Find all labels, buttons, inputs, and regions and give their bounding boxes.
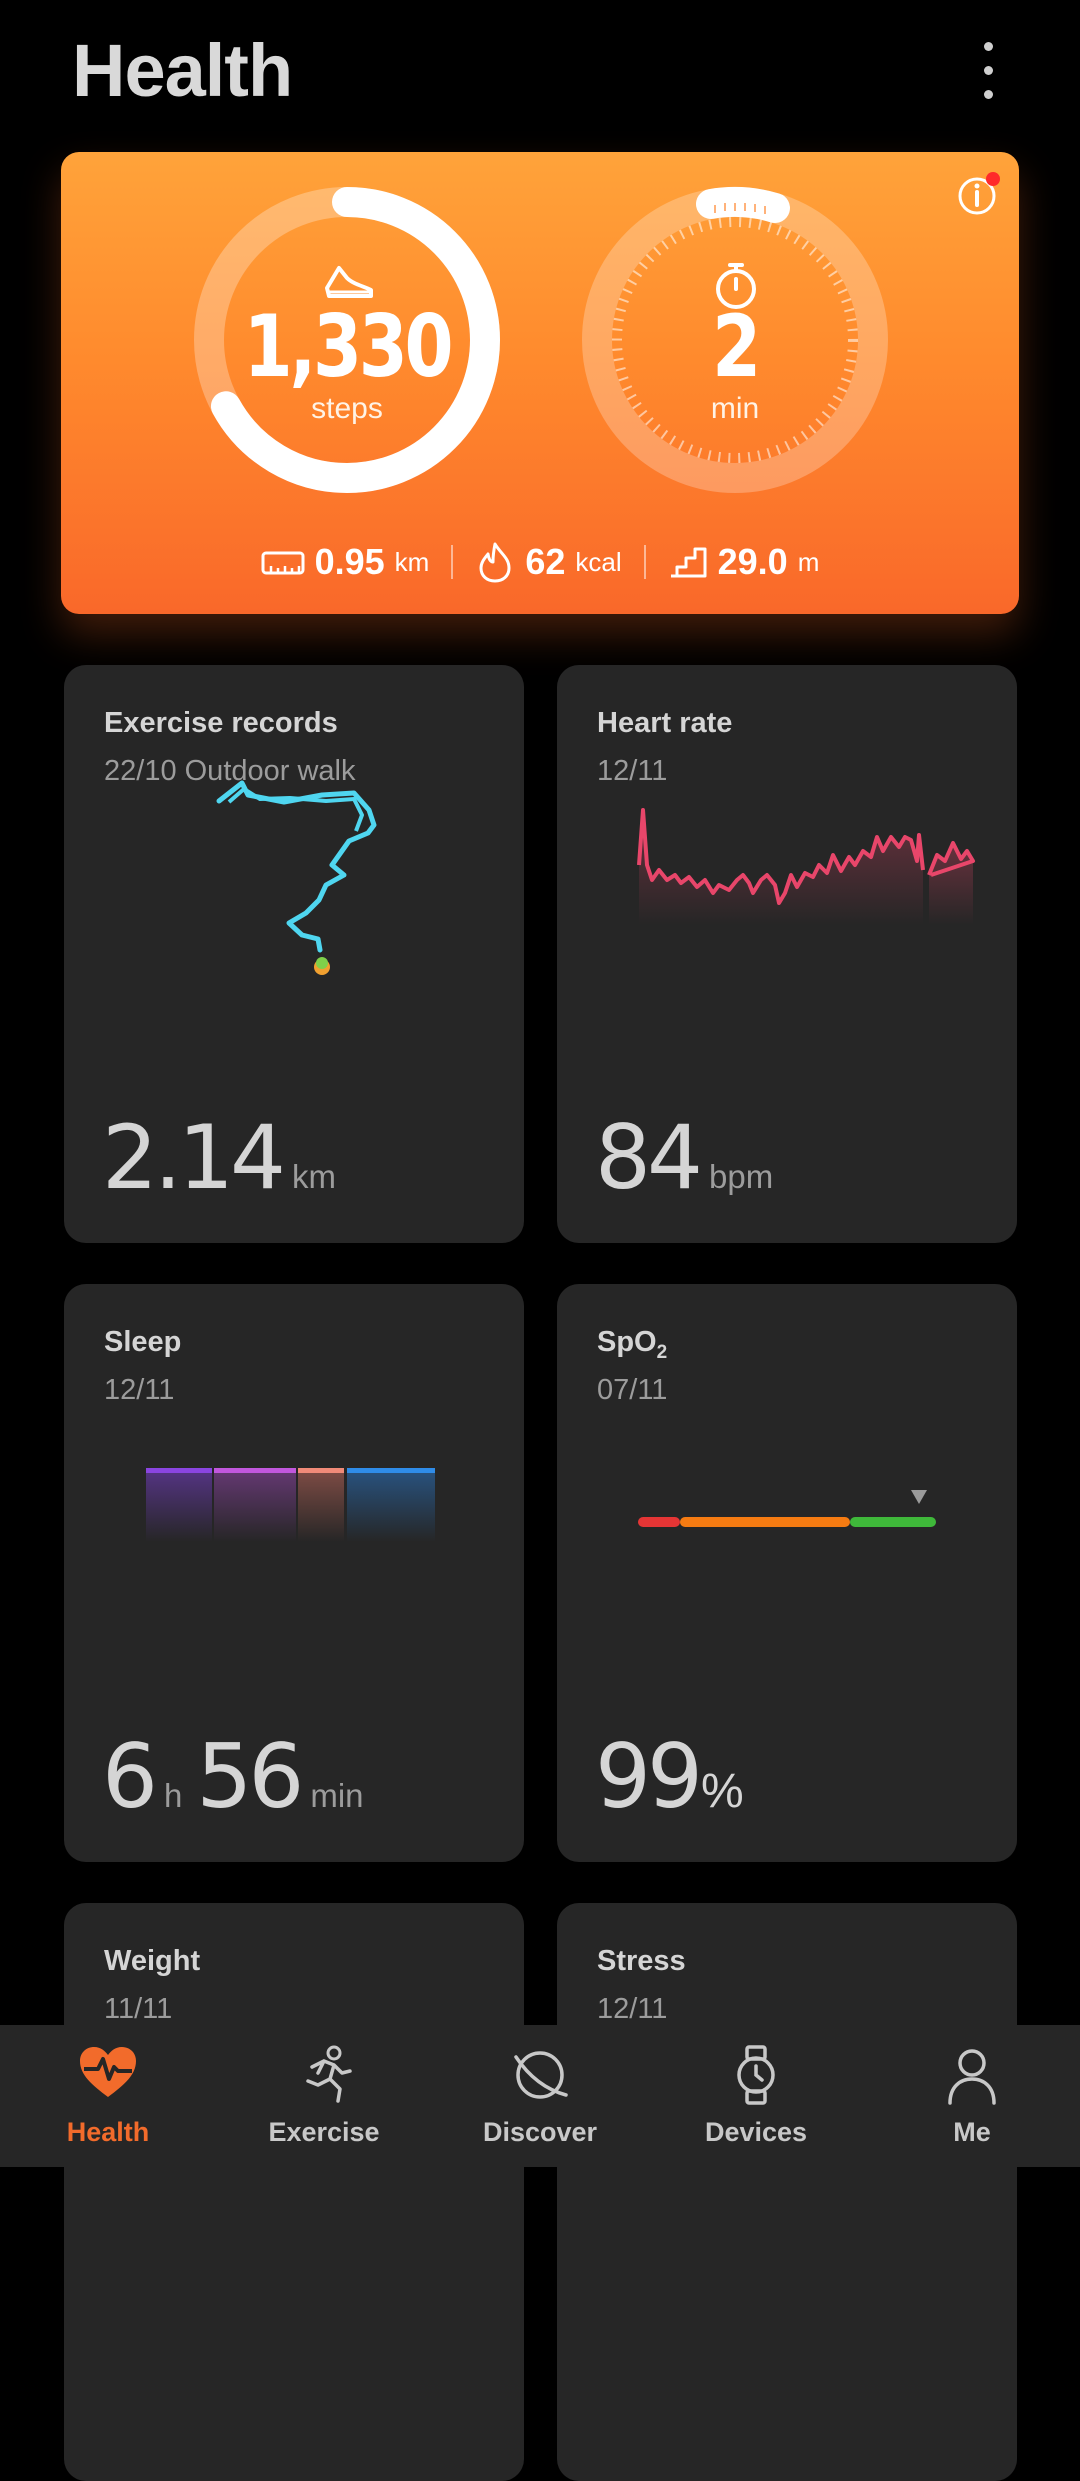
more-dot-icon <box>984 66 993 75</box>
sleep-minutes-unit: min <box>310 1777 364 1814</box>
weight-card-subtitle: 11/11 <box>104 1993 173 2025</box>
nav-devices-label: Devices <box>704 2117 808 2147</box>
nav-me-label: Me <box>953 2117 991 2147</box>
watch-icon <box>737 2045 775 2105</box>
distance-value: 0.95 <box>314 541 385 582</box>
heart-rate-card[interactable]: Heart rate 12/11 84 bpm <box>557 665 1017 1243</box>
stairs-icon <box>670 547 707 578</box>
more-options-button[interactable] <box>968 38 1008 102</box>
flame-icon <box>479 542 511 583</box>
spo2-card[interactable]: SpO2 07/11 99 % <box>557 1284 1017 1862</box>
weight-card-title: Weight <box>104 1945 201 1977</box>
active-time-value: 2 <box>712 297 761 397</box>
climb-unit: m <box>797 546 820 577</box>
sleep-minutes-value: 56 <box>196 1725 304 1828</box>
sleep-card[interactable]: Sleep 12/11 6 h 56 min <box>64 1284 524 1862</box>
heart-pulse-icon <box>80 2047 136 2097</box>
planet-icon <box>514 2051 568 2099</box>
spo2-value: 99 <box>595 1725 703 1828</box>
nav-discover-tab[interactable]: Discover <box>432 2025 648 2167</box>
stress-card-title: Stress <box>597 1945 686 1977</box>
ruler-icon <box>261 551 305 575</box>
spo2-unit: % <box>700 1765 744 1818</box>
page-title: Health <box>72 29 293 112</box>
exercise-distance-unit: km <box>291 1158 336 1195</box>
shoe-icon <box>325 266 373 298</box>
exercise-records-card[interactable]: Exercise records 22/10 Outdoor walk 2.14… <box>64 665 524 1243</box>
steps-value: 1,330 <box>243 297 454 397</box>
active-time-unit: min <box>710 392 760 425</box>
more-dot-icon <box>984 90 993 99</box>
exercise-distance-value: 2.14 <box>102 1106 286 1209</box>
stress-card[interactable]: Stress 12/11 <box>557 1903 1017 2481</box>
nav-health-label: Health <box>66 2117 150 2147</box>
steps-unit: steps <box>311 392 383 425</box>
heart-rate-unit: bpm <box>708 1158 774 1195</box>
spo2-marker-icon <box>911 1490 927 1504</box>
info-button[interactable] <box>957 172 1001 216</box>
sleep-hours-unit: h <box>164 1777 183 1814</box>
nav-health-tab[interactable]: Health <box>0 2025 216 2167</box>
distance-unit: km <box>394 546 430 577</box>
runner-icon <box>306 2045 352 2103</box>
activity-summary-card[interactable]: 1,330 steps 2 min 0.95 km 62 kcal 29.0 m <box>61 152 1019 614</box>
calories-value: 62 <box>525 541 566 582</box>
sleep-hours-value: 6 <box>102 1725 158 1828</box>
stress-card-subtitle: 12/11 <box>597 1993 668 2025</box>
weight-card[interactable]: Weight 11/11 <box>64 1903 524 2481</box>
climb-value: 29.0 <box>717 541 788 582</box>
nav-exercise-label: Exercise <box>268 2117 380 2147</box>
calories-unit: kcal <box>575 546 622 577</box>
person-icon <box>948 2049 996 2105</box>
nav-discover-label: Discover <box>482 2117 598 2147</box>
nav-exercise-tab[interactable]: Exercise <box>216 2025 432 2167</box>
more-dot-icon <box>984 42 993 51</box>
info-icon <box>958 172 1000 215</box>
bottom-navigation: Health Exercise Discover Devices Me <box>0 2025 1080 2167</box>
nav-me-tab[interactable]: Me <box>864 2025 1080 2167</box>
nav-devices-tab[interactable]: Devices <box>648 2025 864 2167</box>
heart-rate-value: 84 <box>595 1106 703 1209</box>
